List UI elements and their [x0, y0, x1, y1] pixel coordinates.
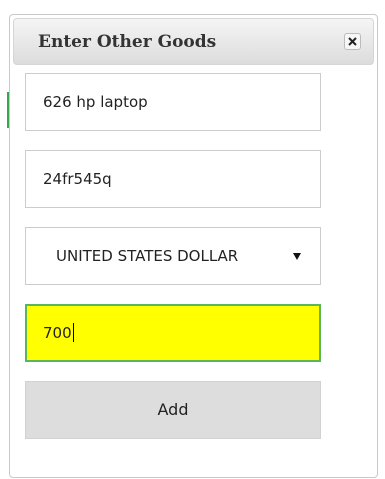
close-button[interactable]	[344, 33, 361, 50]
text-cursor	[72, 323, 74, 342]
add-button-label: Add	[157, 400, 189, 419]
dialog-titlebar[interactable]: Enter Other Goods	[13, 18, 374, 65]
amount-value: 700	[43, 324, 72, 342]
currency-select[interactable]: UNITED STATES DOLLAR	[25, 227, 321, 285]
dropdown-arrow-icon	[293, 253, 301, 260]
description-value: 626 hp laptop	[43, 93, 148, 111]
add-button[interactable]: Add	[25, 381, 321, 439]
description-input[interactable]: 626 hp laptop	[25, 73, 321, 131]
amount-input[interactable]: 700	[25, 304, 321, 362]
dialog-title: Enter Other Goods	[38, 32, 217, 52]
currency-selected-value: UNITED STATES DOLLAR	[56, 247, 239, 265]
serial-number-value: 24fr545q	[43, 170, 112, 188]
serial-number-input[interactable]: 24fr545q	[25, 150, 321, 208]
close-icon	[348, 37, 357, 46]
